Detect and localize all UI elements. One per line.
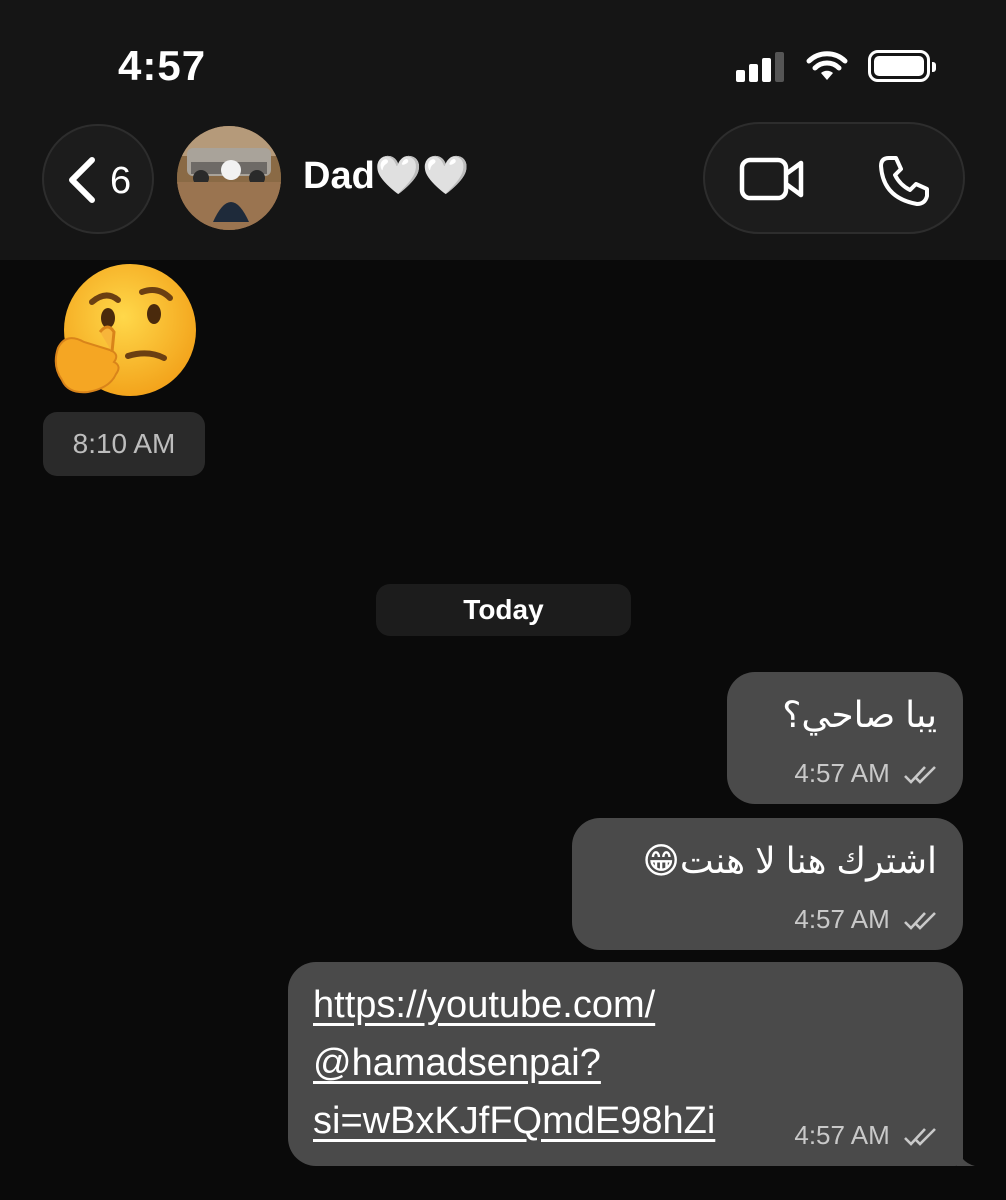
battery-icon bbox=[868, 50, 936, 82]
wifi-icon bbox=[806, 51, 848, 80]
chat-header: 6 Dad🤍🤍 bbox=[0, 120, 1006, 260]
sent-link-bubble[interactable]: https://youtube.com/ @hamadsenpai? si=wB… bbox=[288, 962, 975, 1166]
unread-count: 6 bbox=[110, 160, 132, 202]
message-meta: 4:57 AM bbox=[794, 904, 939, 935]
link-line: si=wBxKJfFQmdE98hZi bbox=[313, 1100, 716, 1142]
message-time: 4:57 AM bbox=[794, 758, 890, 788]
message-link[interactable]: https://youtube.com/ @hamadsenpai? si=wB… bbox=[313, 976, 715, 1150]
day-separator: Today bbox=[376, 584, 631, 636]
link-line: https://youtube.com/ bbox=[313, 984, 656, 1026]
cellular-signal-icon bbox=[736, 52, 788, 82]
double-check-icon bbox=[904, 766, 936, 784]
back-button[interactable]: 6 bbox=[42, 124, 154, 234]
status-bar: 4:57 bbox=[0, 0, 1006, 120]
message-meta: 4:57 AM bbox=[794, 758, 939, 789]
sent-message-bubble[interactable]: اشترك هنا لا هنت😁 4:57 AM bbox=[572, 818, 963, 950]
video-camera-icon[interactable] bbox=[739, 154, 805, 204]
bubble-tail bbox=[957, 1144, 975, 1166]
chevron-left-icon bbox=[69, 157, 95, 203]
message-time: 4:57 AM bbox=[794, 1120, 890, 1150]
message-meta: 4:57 AM bbox=[794, 1120, 939, 1151]
call-actions bbox=[703, 122, 965, 234]
link-line: @hamadsenpai? bbox=[313, 1042, 601, 1084]
thinking-face-emoji[interactable] bbox=[48, 262, 198, 398]
message-time: 4:57 AM bbox=[794, 904, 890, 934]
contact-avatar[interactable] bbox=[177, 126, 281, 230]
double-check-icon bbox=[904, 912, 936, 930]
phone-icon[interactable] bbox=[877, 154, 931, 208]
received-timestamp: 8:10 AM bbox=[43, 412, 205, 476]
chat-screen: 4:57 6 Dad🤍🤍 8:10 AM Today يبا صاحي؟ 4:5… bbox=[0, 0, 1006, 1200]
message-text: اشترك هنا لا هنت😁 bbox=[642, 840, 937, 881]
contact-name[interactable]: Dad🤍🤍 bbox=[303, 154, 469, 198]
status-time: 4:57 bbox=[118, 42, 207, 89]
double-check-icon bbox=[904, 1128, 936, 1146]
sent-message-bubble[interactable]: يبا صاحي؟ 4:57 AM bbox=[727, 672, 963, 804]
message-text: يبا صاحي؟ bbox=[782, 694, 937, 735]
avatar-photo bbox=[177, 126, 281, 230]
